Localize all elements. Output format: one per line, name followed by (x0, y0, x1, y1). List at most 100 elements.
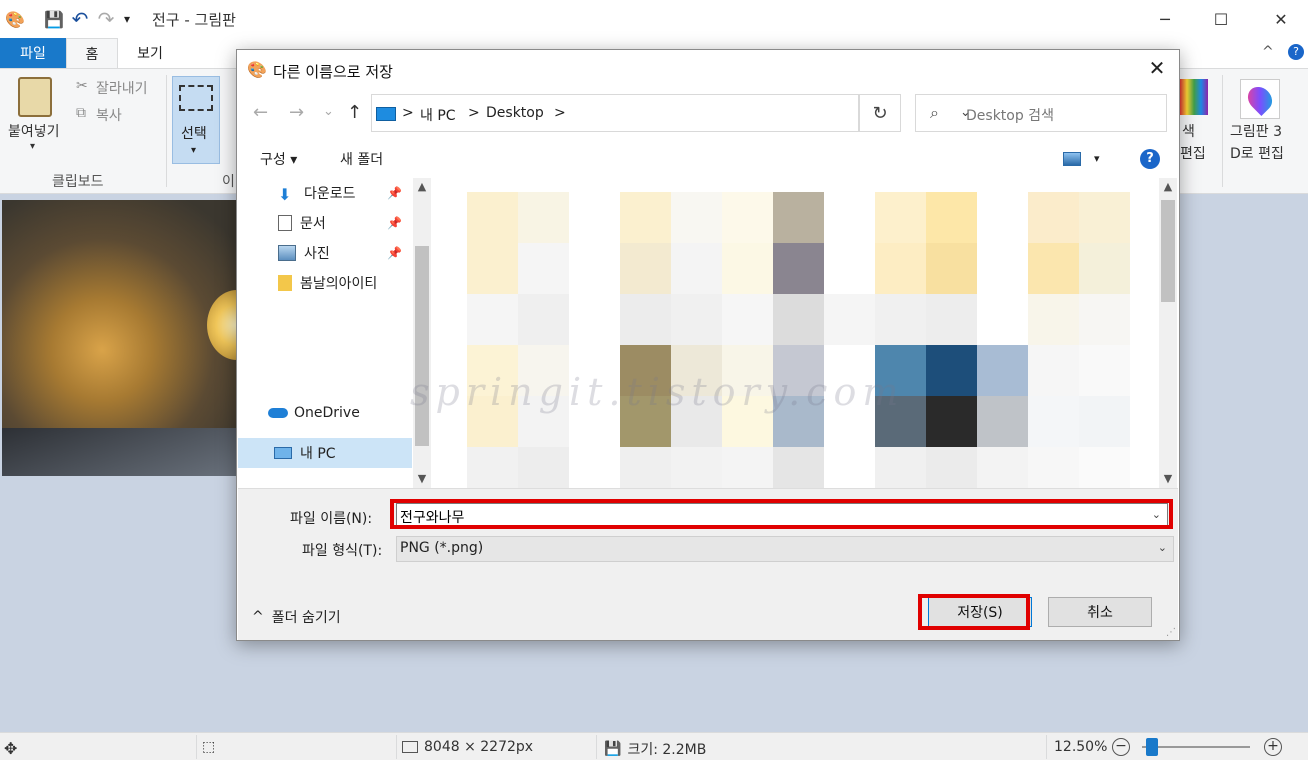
new-folder-button[interactable]: 새 폴더 (340, 149, 383, 169)
selection-icon: ⬚ (202, 739, 216, 755)
thumbnail-tile (1079, 345, 1130, 396)
hide-folders-button[interactable]: ^ 폴더 숨기기 (252, 607, 341, 627)
thumbnail-tile (518, 192, 569, 243)
back-icon[interactable]: ← (253, 102, 268, 123)
dialog-title: 다른 이름으로 저장 (273, 63, 393, 81)
collapse-ribbon-icon[interactable]: ^ (1262, 44, 1274, 60)
save-icon[interactable]: 💾 (44, 8, 64, 30)
zoom-in-button[interactable]: + (1264, 738, 1282, 756)
paint3d-label-line2[interactable]: D로 편집 (1230, 143, 1284, 163)
filename-label: 파일 이름(N): (290, 511, 373, 527)
cancel-button[interactable]: 취소 (1048, 597, 1152, 627)
address-bar[interactable]: > 내 PC > Desktop > ⌄ (371, 94, 971, 132)
thumbnail-tile (1028, 396, 1079, 447)
select-icon (179, 85, 213, 111)
wall-image (2, 428, 238, 476)
thumbnail-tile (569, 243, 620, 294)
files-scroll-thumb[interactable] (1161, 200, 1175, 302)
pin-icon: 📌 (387, 246, 402, 260)
paste-dropdown-icon[interactable]: ▾ (30, 141, 35, 152)
nav-item-onedrive[interactable]: OneDrive (238, 398, 412, 428)
organize-button[interactable]: 구성 ▾ (260, 149, 297, 169)
search-placeholder: Desktop 검색 (966, 108, 1054, 124)
zoom-level: 12.50% (1054, 739, 1108, 755)
paint3d-label[interactable]: 그림판 3 (1230, 121, 1282, 141)
filetype-dropdown-icon[interactable]: ⌄ (1158, 541, 1167, 554)
close-button[interactable]: ✕ (1256, 0, 1306, 38)
edit-colors-label[interactable]: 편집 (1180, 143, 1206, 163)
cut-button[interactable]: 잘라내기 (96, 78, 148, 98)
dialog-help-icon[interactable]: ? (1140, 149, 1160, 169)
cut-icon[interactable]: ✂ (76, 78, 88, 94)
lightbulb-image (207, 290, 238, 360)
nav-item-pictures[interactable]: 사진 📌 (238, 238, 412, 268)
save-as-dialog: 🎨 다른 이름으로 저장 ✕ ← → ⌄ ↑ > 내 PC > Desktop … (236, 49, 1180, 641)
tab-view[interactable]: 보기 (122, 38, 178, 68)
image-canvas[interactable] (2, 200, 238, 476)
files-scrollbar[interactable]: ▲ ▼ (1159, 178, 1177, 488)
thumbnail-tile (773, 294, 824, 345)
copy-icon[interactable]: ⧉ (76, 105, 86, 121)
breadcrumb-separator[interactable]: > (468, 105, 480, 121)
dimensions-text: 8048 × 2272px (424, 739, 534, 755)
file-list[interactable] (433, 178, 1159, 488)
zoom-out-button[interactable]: − (1112, 738, 1130, 756)
help-icon[interactable]: ? (1288, 44, 1304, 60)
search-box[interactable]: ⌕ Desktop 검색 (915, 94, 1167, 132)
undo-icon[interactable]: ↶ (70, 7, 90, 31)
select-label: 선택 (181, 126, 207, 142)
canvas-size-icon (402, 741, 418, 753)
paint-app-icon[interactable]: 🎨 (4, 8, 26, 30)
resize-grip-icon[interactable]: ⋰ (1166, 627, 1176, 638)
computer-icon (376, 107, 396, 121)
zoom-slider[interactable] (1142, 746, 1250, 748)
scroll-down-icon[interactable]: ▼ (1159, 472, 1177, 485)
scroll-up-icon[interactable]: ▲ (1159, 180, 1177, 193)
maximize-button[interactable]: ☐ (1196, 0, 1246, 38)
copy-button[interactable]: 복사 (96, 105, 122, 125)
paste-button[interactable]: 붙여넣기 (8, 121, 60, 141)
nav-item-my-pc[interactable]: 내 PC (238, 438, 412, 468)
file-size-status: 💾 크기: 2.2MB (604, 739, 706, 759)
breadcrumb-separator[interactable]: > (554, 105, 566, 121)
redo-icon[interactable]: ↷ (96, 7, 116, 31)
nav-scroll-thumb[interactable] (415, 246, 429, 446)
document-icon (278, 215, 292, 231)
view-options-icon[interactable] (1063, 152, 1081, 166)
status-separator (1046, 735, 1047, 759)
scroll-up-icon[interactable]: ▲ (413, 180, 431, 193)
nav-item-documents[interactable]: 문서 📌 (238, 208, 412, 238)
tab-home[interactable]: 홈 (66, 38, 118, 68)
nav-item-folder[interactable]: 봄날의아이티 (238, 268, 412, 298)
thumbnail-tile (1079, 192, 1130, 243)
zoom-slider-thumb[interactable] (1146, 738, 1158, 756)
minimize-button[interactable]: ─ (1140, 0, 1190, 38)
breadcrumb-desktop[interactable]: Desktop (486, 105, 544, 121)
up-icon[interactable]: ↑ (347, 102, 362, 123)
nav-item-downloads[interactable]: ⬇ 다운로드 📌 (238, 178, 412, 208)
thumbnail-tile (1028, 192, 1079, 243)
edit-colors-icon[interactable] (1180, 79, 1208, 115)
recent-locations-icon[interactable]: ⌄ (323, 104, 334, 119)
view-menu-dropdown-icon[interactable]: ▾ (1094, 152, 1100, 165)
ribbon-separator (166, 75, 167, 187)
thumbnail-tile (824, 294, 875, 345)
nav-scrollbar[interactable]: ▲ ▼ (413, 178, 431, 488)
status-separator (196, 735, 197, 759)
navigation-pane: ⬇ 다운로드 📌 문서 📌 사진 📌 봄날의아이티 OneDrive 내 PC (238, 178, 412, 488)
breadcrumb-my-pc[interactable]: 내 PC (420, 105, 456, 125)
forward-icon[interactable]: → (289, 102, 304, 123)
paint3d-icon[interactable] (1240, 79, 1280, 119)
thumbnail-tile (467, 243, 518, 294)
breadcrumb-separator[interactable]: > (402, 105, 414, 121)
paste-icon[interactable] (18, 77, 52, 117)
select-button[interactable]: 선택 ▾ (172, 76, 220, 164)
thumbnail-tile (926, 243, 977, 294)
scroll-down-icon[interactable]: ▼ (413, 472, 431, 485)
refresh-icon[interactable]: ↻ (859, 94, 901, 132)
tab-file[interactable]: 파일 (0, 38, 66, 68)
thumbnail-tile (722, 294, 773, 345)
filetype-select[interactable]: PNG (*.png) ⌄ (396, 536, 1174, 562)
customize-quick-access-icon[interactable]: ▾ (120, 8, 134, 30)
dialog-close-icon[interactable]: ✕ (1145, 56, 1169, 80)
